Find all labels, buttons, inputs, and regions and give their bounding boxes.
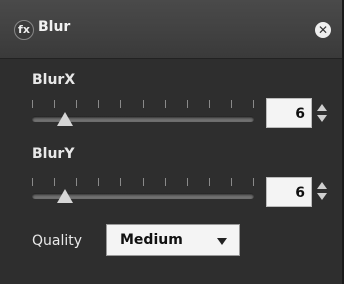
slider-tick	[253, 100, 254, 108]
blurx-ticks	[32, 100, 254, 108]
blury-increment-icon[interactable]	[317, 182, 327, 189]
slider-tick	[253, 178, 254, 186]
chevron-down-icon	[217, 238, 227, 245]
slider-tick	[120, 178, 121, 186]
slider-tick	[76, 100, 77, 108]
close-icon[interactable]: ✕	[315, 22, 331, 38]
panel-title: Blur	[38, 19, 71, 35]
fx-icon: fx	[14, 20, 34, 40]
slider-tick	[98, 100, 99, 108]
blury-value-input[interactable]: 6	[266, 177, 312, 207]
slider-tick	[32, 100, 33, 108]
slider-tick	[54, 100, 55, 108]
panel-header: fx Blur ✕	[0, 0, 342, 59]
slider-tick	[54, 178, 55, 186]
blur-panel: fx Blur ✕ BlurX 6 BlurY 6 Quality Medium	[0, 0, 344, 284]
quality-selected-value: Medium	[120, 232, 183, 248]
slider-tick	[165, 100, 166, 108]
slider-tick	[32, 178, 33, 186]
blury-decrement-icon[interactable]	[317, 193, 327, 200]
blurx-label: BlurX	[32, 72, 76, 88]
blury-ticks	[32, 178, 254, 186]
blurx-slider-thumb[interactable]	[57, 112, 74, 126]
blury-label: BlurY	[32, 146, 75, 162]
blurx-value-input[interactable]: 6	[266, 98, 312, 128]
blurx-decrement-icon[interactable]	[317, 115, 327, 122]
slider-tick	[209, 178, 210, 186]
slider-tick	[187, 178, 188, 186]
slider-tick	[143, 100, 144, 108]
slider-tick	[165, 178, 166, 186]
slider-tick	[98, 178, 99, 186]
slider-tick	[209, 100, 210, 108]
slider-tick	[231, 100, 232, 108]
blurx-increment-icon[interactable]	[317, 104, 327, 111]
slider-tick	[231, 178, 232, 186]
quality-dropdown[interactable]: Medium	[106, 224, 240, 256]
blury-slider-thumb[interactable]	[57, 189, 74, 203]
quality-label: Quality	[32, 233, 83, 249]
slider-tick	[187, 100, 188, 108]
slider-tick	[120, 100, 121, 108]
slider-tick	[143, 178, 144, 186]
slider-tick	[76, 178, 77, 186]
